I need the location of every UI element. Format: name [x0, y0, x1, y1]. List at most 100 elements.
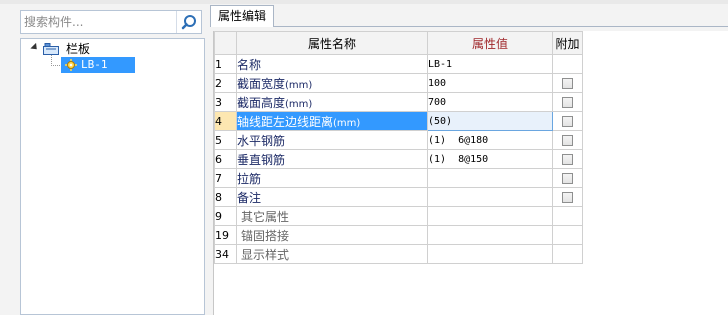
row-index: 1 [214, 54, 237, 74]
search-button[interactable] [176, 11, 201, 33]
property-value [427, 225, 553, 245]
tree-connector [51, 55, 60, 66]
property-value[interactable]: 100 [427, 73, 553, 93]
property-group: 其它属性 [236, 206, 428, 226]
property-value [427, 206, 553, 226]
extra-checkbox[interactable] [562, 78, 573, 89]
property-name: 水平钢筋 [236, 130, 428, 150]
header-row: 属性名称 属性值 附加 [214, 31, 583, 55]
property-group: 显示样式 [236, 244, 428, 264]
extra-cell [552, 111, 583, 131]
extra-cell [552, 244, 583, 264]
table-row[interactable]: 1 名称 LB-1 [214, 54, 583, 74]
property-name: 截面高度(mm) [236, 92, 428, 112]
search-input[interactable] [24, 13, 174, 31]
row-index: 5 [214, 130, 237, 150]
extra-cell [552, 54, 583, 74]
row-index: 34 [214, 244, 237, 264]
property-group-text: 锚固搭接 [241, 228, 290, 243]
property-name-text: 水平钢筋 [237, 133, 286, 148]
property-name-text: 截面宽度 [237, 76, 286, 91]
property-name-text: 备注 [237, 190, 262, 205]
row-index: 4 [214, 111, 237, 131]
property-value[interactable]: (1) 8@150 [427, 149, 553, 169]
property-name: 截面宽度(mm) [236, 73, 428, 93]
tab-baseline [274, 26, 728, 27]
row-index: 8 [214, 187, 237, 207]
property-name: 拉筋 [236, 168, 428, 188]
property-name: 名称 [236, 54, 428, 74]
component-panel: 栏板 LB-1 [0, 4, 205, 315]
property-value-editor[interactable]: (50) [427, 111, 553, 131]
property-group: 锚固搭接 [236, 225, 428, 245]
extra-cell [552, 168, 583, 188]
extra-checkbox[interactable] [562, 173, 573, 184]
property-grid: 属性名称 属性值 附加 1 名称 LB-1 2 截面宽度(mm) 100 3 截… [213, 31, 728, 315]
tree-item-lb-1[interactable]: LB-1 [61, 57, 135, 73]
property-unit: (mm) [333, 117, 361, 129]
property-name-text: 截面高度 [237, 95, 286, 110]
property-name: 垂直钢筋 [236, 149, 428, 169]
extra-checkbox[interactable] [562, 192, 573, 203]
value-column-header[interactable]: 属性值 [427, 31, 553, 55]
table-row-group[interactable]: 34 显示样式 [214, 244, 583, 264]
tree-item-label: LB-1 [81, 58, 108, 71]
extra-cell [552, 187, 583, 207]
collapse-arrow-icon[interactable] [30, 42, 40, 53]
extra-checkbox[interactable] [562, 97, 573, 108]
row-index: 3 [214, 92, 237, 112]
extra-checkbox[interactable] [562, 154, 573, 165]
table-row[interactable]: 2 截面宽度(mm) 100 [214, 73, 583, 93]
extra-checkbox[interactable] [562, 116, 573, 127]
search-icon [181, 15, 196, 30]
property-name-text: 拉筋 [237, 171, 262, 186]
search-box [20, 10, 202, 34]
property-name-text: 垂直钢筋 [237, 152, 286, 167]
row-index: 2 [214, 73, 237, 93]
extra-cell [552, 92, 583, 112]
row-index: 9 [214, 206, 237, 226]
extra-column-header[interactable]: 附加 [552, 31, 583, 55]
table-row[interactable]: 3 截面高度(mm) 700 [214, 92, 583, 112]
property-name: 轴线距左边线距离(mm) [236, 111, 428, 131]
property-value[interactable] [427, 168, 553, 188]
property-name: 备注 [236, 187, 428, 207]
property-value[interactable] [427, 187, 553, 207]
table-row[interactable]: 7 拉筋 [214, 168, 583, 188]
row-index: 6 [214, 149, 237, 169]
table-row[interactable]: 5 水平钢筋 (1) 6@180 [214, 130, 583, 150]
table-row-group[interactable]: 9 其它属性 [214, 206, 583, 226]
extra-cell [552, 206, 583, 226]
property-name-text: 名称 [237, 57, 262, 72]
table-row-selected[interactable]: 4 轴线距左边线距离(mm) (50) [214, 111, 583, 131]
extra-cell [552, 149, 583, 169]
property-unit: (mm) [285, 79, 313, 91]
table-row[interactable]: 8 备注 [214, 187, 583, 207]
parapet-folder-icon [43, 43, 59, 55]
tab-property-edit[interactable]: 属性编辑 [210, 5, 274, 27]
extra-checkbox[interactable] [562, 135, 573, 146]
index-header [214, 31, 237, 55]
property-group-text: 其它属性 [241, 209, 290, 224]
tree-node-root[interactable]: 栏板 [21, 41, 201, 57]
property-value[interactable]: 700 [427, 92, 553, 112]
property-unit: (mm) [285, 98, 313, 110]
property-group-text: 显示样式 [241, 247, 290, 262]
property-panel: 属性编辑 属性名称 属性值 附加 1 名称 LB-1 2 截面宽度(mm) 10… [205, 4, 728, 315]
component-tree: 栏板 LB-1 [20, 38, 205, 315]
property-name-text: 轴线距左边线距离 [237, 114, 334, 129]
property-value[interactable]: LB-1 [427, 54, 553, 74]
extra-cell [552, 130, 583, 150]
name-column-header[interactable]: 属性名称 [236, 31, 428, 55]
tree-root-label: 栏板 [66, 42, 91, 56]
property-value [427, 244, 553, 264]
property-value[interactable]: (1) 6@180 [427, 130, 553, 150]
property-table: 属性名称 属性值 附加 1 名称 LB-1 2 截面宽度(mm) 100 3 截… [214, 31, 583, 264]
row-index: 7 [214, 168, 237, 188]
extra-cell [552, 73, 583, 93]
table-row-group[interactable]: 19 锚固搭接 [214, 225, 583, 245]
row-index: 19 [214, 225, 237, 245]
component-gear-icon [65, 59, 77, 71]
table-row[interactable]: 6 垂直钢筋 (1) 8@150 [214, 149, 583, 169]
extra-cell [552, 225, 583, 245]
